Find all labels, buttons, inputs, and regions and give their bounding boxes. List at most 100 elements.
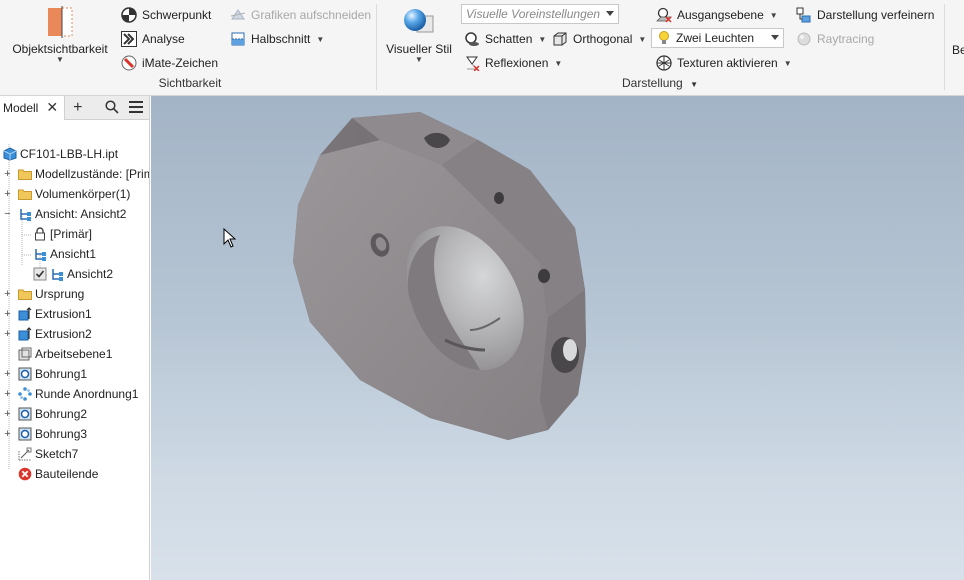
tab-modell[interactable]: Modell ✕ — [0, 96, 66, 120]
tree-item-label: Extrusion1 — [35, 307, 92, 321]
extrusion-icon — [18, 307, 32, 321]
expand-icon[interactable]: + — [3, 408, 12, 420]
expand-icon[interactable]: + — [3, 308, 12, 320]
next-group-partial[interactable]: Be — [952, 40, 964, 60]
schwerpunkt-button[interactable]: Schwerpunkt — [121, 5, 211, 25]
grafiken-aufschneiden-label: Grafiken aufschneiden — [251, 8, 372, 22]
tree-item-volumenkoerper[interactable]: + Volumenkörper(1) — [3, 184, 130, 204]
orthogonal-button[interactable]: Orthogonal ▼ — [552, 29, 646, 49]
chevron-down-icon: ▼ — [56, 55, 64, 64]
expand-icon[interactable]: + — [3, 168, 12, 180]
tree-item-label: Bohrung3 — [35, 427, 88, 441]
model-browser: Modell ✕ + CF101-LBB-LH.ipt + Modellzust… — [0, 96, 150, 580]
close-icon[interactable]: ✕ — [46, 99, 58, 116]
tree-item-bauteilende[interactable]: Bauteilende — [18, 464, 98, 484]
refine-display-icon — [796, 7, 812, 23]
tree-item-ansicht1[interactable]: Ansicht1 — [33, 244, 96, 264]
reflexionen-button[interactable]: Reflexionen ▼ — [464, 53, 562, 73]
group-separator — [376, 4, 377, 90]
beleuchtung-select[interactable]: Zwei Leuchten — [651, 28, 784, 48]
tree-item-label: Runde Anordnung1 — [35, 387, 139, 401]
tree-item-bohrung1[interactable]: + Bohrung1 — [3, 364, 87, 384]
folder-icon — [18, 167, 32, 181]
analyse-button[interactable]: Analyse — [121, 29, 185, 49]
tree-item-label: CF101-LBB-LH.ipt — [20, 147, 119, 161]
tree-item-label: Modellzustände: [Primär] — [35, 167, 149, 181]
tree-item-label: Sketch7 — [35, 447, 79, 461]
tree-item-bohrung2[interactable]: + Bohrung2 — [3, 404, 87, 424]
darstellung-group-label[interactable]: Darstellung ▼ — [560, 76, 760, 90]
part-icon — [3, 147, 17, 161]
tab-modell-label: Modell — [3, 100, 39, 115]
expand-icon[interactable]: + — [3, 388, 12, 400]
expand-icon[interactable]: + — [3, 188, 12, 200]
chevron-down-icon: ▼ — [783, 58, 792, 68]
tree-item-label: Ansicht2 — [67, 267, 114, 281]
tree-item-ansicht2[interactable]: Ansicht2 — [33, 264, 113, 284]
tree-item-label: Volumenkörper(1) — [35, 187, 131, 201]
browser-tools — [105, 100, 143, 114]
ausgangsebene-button[interactable]: Ausgangsebene ▼ — [656, 5, 778, 25]
expand-icon[interactable]: + — [3, 288, 12, 300]
chevron-down-icon: ▼ — [638, 34, 647, 44]
orthographic-icon — [552, 31, 568, 47]
folder-icon — [18, 187, 32, 201]
visuelle-voreinstellungen-select[interactable]: Visuelle Voreinstellungen — [461, 4, 619, 24]
darstellung-label: Darstellung — [622, 76, 683, 90]
tree-item-label: Ansicht: Ansicht2 — [35, 207, 127, 221]
halbschnitt-button[interactable]: Halbschnitt ▼ — [230, 29, 324, 49]
collapse-icon[interactable]: − — [3, 208, 12, 220]
schwerpunkt-label: Schwerpunkt — [142, 8, 212, 22]
part-side-bore-highlight — [563, 339, 577, 361]
add-tab-icon[interactable]: + — [73, 99, 82, 117]
tree-item-sketch7[interactable]: Sketch7 — [18, 444, 78, 464]
chevron-down-icon: ▼ — [769, 10, 778, 20]
search-icon[interactable] — [105, 100, 119, 114]
tree-item-label: Ansicht1 — [50, 247, 97, 261]
raytracing-label: Raytracing — [817, 32, 875, 46]
chevron-down-icon: ▼ — [316, 34, 325, 44]
tree-item-modellzustaende[interactable]: + Modellzustände: [Primär] — [3, 164, 149, 184]
light-bulb-icon — [656, 30, 672, 46]
imate-button[interactable]: iMate-Zeichen — [121, 53, 218, 73]
tree-item-extrusion2[interactable]: + Extrusion2 — [3, 324, 91, 344]
zwei-leuchten-label: Zwei Leuchten — [676, 31, 755, 45]
browser-tabs: Modell ✕ + — [0, 96, 149, 120]
tree-item-bohrung3[interactable]: + Bohrung3 — [3, 424, 87, 444]
tree-item-primaer[interactable]: [Primär] — [33, 224, 92, 244]
view-rep-icon — [18, 207, 32, 221]
chevron-down-icon: ▼ — [538, 34, 547, 44]
lock-icon — [33, 227, 47, 241]
ground-plane-icon — [656, 7, 672, 23]
chevron-down-icon — [606, 11, 614, 16]
halbschnitt-label: Halbschnitt — [251, 32, 311, 46]
graphics-viewport[interactable] — [151, 96, 964, 580]
tree-item-ursprung[interactable]: + Ursprung — [3, 284, 84, 304]
tree-item-arbeitsebene1[interactable]: Arbeitsebene1 — [18, 344, 112, 364]
objektsichtbarkeit-button[interactable]: Objektsichtbarkeit ▼ — [8, 6, 112, 64]
ribbon: Objektsichtbarkeit ▼ Schwerpunkt Analyse… — [0, 0, 964, 96]
ausgangsebene-label: Ausgangsebene — [677, 8, 764, 22]
darstellung-verfeinern-button[interactable]: Darstellung verfeinern — [796, 5, 934, 25]
schatten-button[interactable]: Schatten ▼ — [464, 29, 546, 49]
tree-item-ansicht[interactable]: − Ansicht: Ansicht2 — [3, 204, 126, 224]
expand-icon[interactable]: + — [3, 368, 12, 380]
visueller-stil-button[interactable]: Visueller Stil ▼ — [383, 6, 455, 64]
texturen-aktivieren-button[interactable]: Texturen aktivieren ▼ — [656, 53, 792, 73]
tree-item-runde-anordnung1[interactable]: + Runde Anordnung1 — [3, 384, 138, 404]
hole-icon — [18, 427, 32, 441]
grafiken-aufschneiden-button[interactable]: Grafiken aufschneiden — [230, 5, 371, 25]
expand-icon[interactable]: + — [3, 328, 12, 340]
part-flat-hole — [538, 269, 550, 283]
analyse-label: Analyse — [142, 32, 185, 46]
expand-icon[interactable]: + — [3, 428, 12, 440]
schatten-label: Schatten — [485, 32, 533, 46]
part-model — [293, 112, 586, 440]
tree-item-root[interactable]: CF101-LBB-LH.ipt — [3, 144, 118, 164]
tree-item-extrusion1[interactable]: + Extrusion1 — [3, 304, 92, 324]
menu-icon[interactable] — [129, 101, 143, 113]
work-plane-icon — [18, 347, 32, 361]
checkbox-checked-icon[interactable] — [33, 267, 47, 281]
texturen-aktivieren-label: Texturen aktivieren — [677, 56, 778, 70]
raytracing-button[interactable]: Raytracing — [796, 29, 874, 49]
